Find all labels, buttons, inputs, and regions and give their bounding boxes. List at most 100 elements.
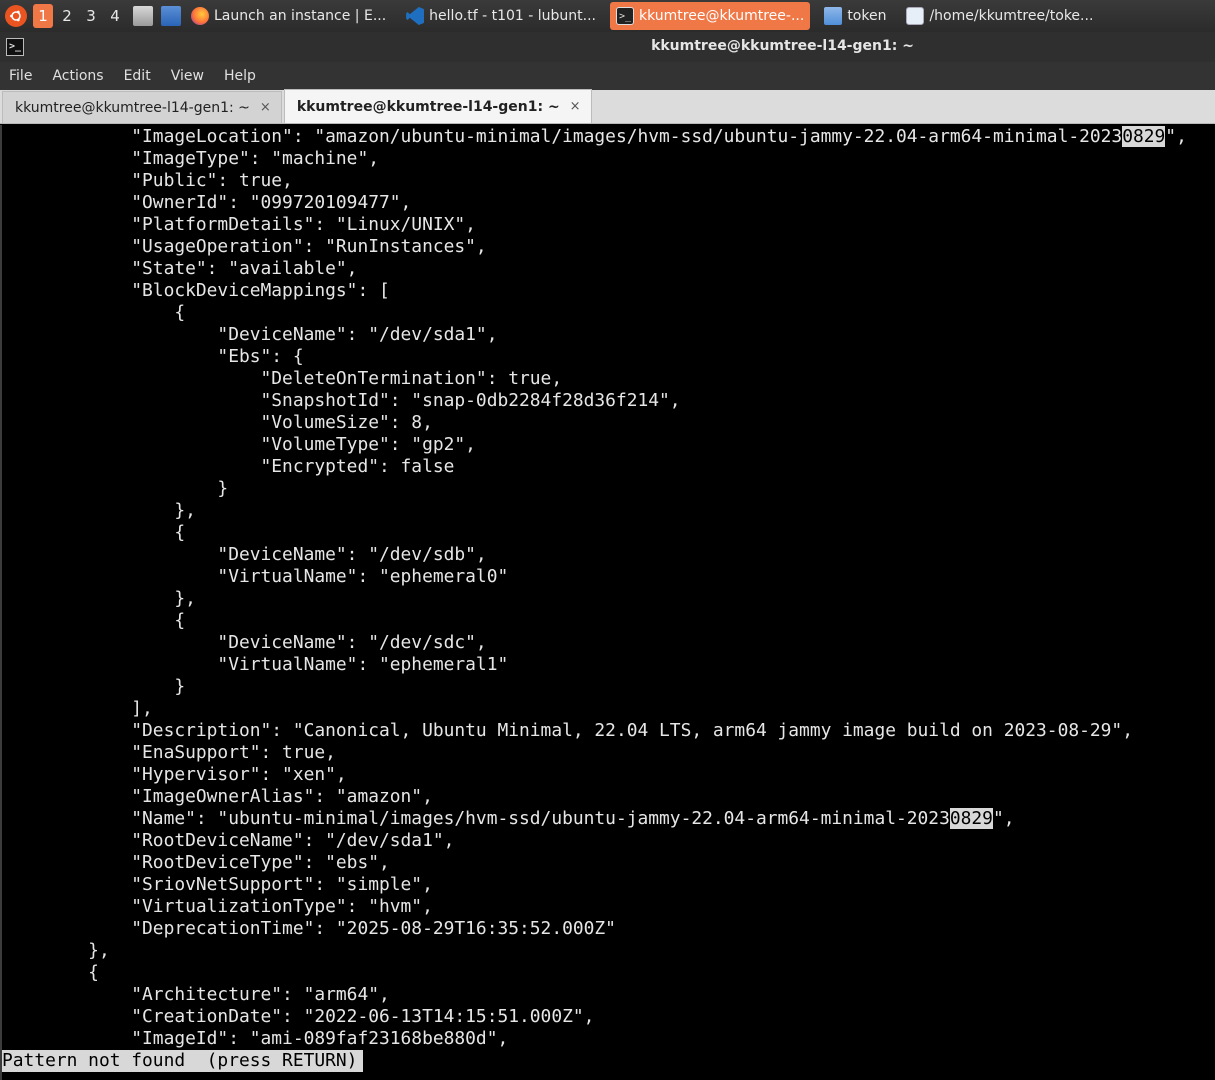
text-editor-icon	[906, 7, 925, 25]
show-desktop-icon[interactable]	[161, 6, 181, 26]
menu-file[interactable]: File	[9, 68, 32, 84]
line-text: "Public": true,	[2, 170, 293, 191]
terminal-line: "CreationDate": "2022-06-13T14:15:51.000…	[2, 1006, 594, 1028]
line-text: "VolumeSize": 8,	[2, 412, 433, 433]
workspace-4[interactable]: 4	[105, 4, 125, 28]
line-tail: ",	[992, 808, 1015, 829]
search-highlight: 0829	[1122, 126, 1166, 147]
line-text: "BlockDeviceMappings": [	[2, 280, 390, 301]
terminal-line: "VirtualName": "ephemeral1"	[2, 654, 508, 676]
terminal-line: "PlatformDetails": "Linux/UNIX",	[2, 214, 476, 236]
terminal-line: "Description": "Canonical, Ubuntu Minima…	[2, 720, 1133, 742]
line-text: "ImageLocation": "amazon/ubuntu-minimal/…	[2, 126, 1123, 147]
terminal-line: "UsageOperation": "RunInstances",	[2, 236, 486, 258]
line-text: "EnaSupport": true,	[2, 742, 336, 763]
line-text: {	[2, 610, 186, 631]
line-text: "RootDeviceName": "/dev/sda1",	[2, 830, 455, 851]
line-text: "ImageType": "machine",	[2, 148, 379, 169]
line-text: "SriovNetSupport": "simple",	[2, 874, 433, 895]
line-text: "Name": "ubuntu-minimal/images/hvm-ssd/u…	[2, 808, 950, 829]
tab-close-icon[interactable]: ×	[570, 99, 581, 114]
task-vscode[interactable]: hello.tf - t101 - lubunt...	[400, 2, 602, 30]
terminal-line: "VirtualName": "ephemeral0"	[2, 566, 508, 588]
terminal-icon: >_	[615, 7, 634, 25]
line-text: "DeviceName": "/dev/sdc",	[2, 632, 487, 653]
line-text: {	[2, 302, 186, 323]
menu-edit[interactable]: Edit	[124, 68, 151, 84]
terminal-line: "ImageId": "ami-089faf23168be880d",	[2, 1028, 508, 1050]
workspace-1[interactable]: 1	[33, 4, 53, 28]
menu-actions[interactable]: Actions	[52, 68, 103, 84]
line-text: "Hypervisor": "xen",	[2, 764, 347, 785]
line-text: "RootDeviceType": "ebs",	[2, 852, 390, 873]
task-token-folder[interactable]: token	[818, 2, 892, 30]
task-firefox[interactable]: Launch an instance | E...	[185, 2, 392, 30]
line-text: "Encrypted": false	[2, 456, 455, 477]
app-menu-button[interactable]	[5, 5, 27, 27]
workspace-2[interactable]: 2	[57, 4, 77, 28]
terminal-line: "VolumeType": "gp2",	[2, 434, 476, 456]
line-text: "Architecture": "arm64",	[2, 984, 390, 1005]
line-text: "OwnerId": "099720109477",	[2, 192, 412, 213]
terminal-line: },	[2, 940, 110, 962]
terminal-line: "State": "available",	[2, 258, 357, 280]
terminal-line: {	[2, 522, 185, 544]
terminal-line: }	[2, 676, 185, 698]
terminal-line: "RootDeviceType": "ebs",	[2, 852, 390, 874]
tab-close-icon[interactable]: ×	[260, 100, 271, 115]
terminal-line: "Architecture": "arm64",	[2, 984, 390, 1006]
terminal-line: "DeviceName": "/dev/sdb",	[2, 544, 486, 566]
terminal-line: "VolumeSize": 8,	[2, 412, 433, 434]
terminal-line: },	[2, 500, 196, 522]
line-text: "Description": "Canonical, Ubuntu Minima…	[2, 720, 1133, 741]
terminal-line: "Hypervisor": "xen",	[2, 764, 347, 786]
terminal-line: "ImageLocation": "amazon/ubuntu-minimal/…	[2, 126, 1187, 148]
terminal-line: "ImageType": "machine",	[2, 148, 379, 170]
tab-terminal-1[interactable]: kkumtree@kkumtree-l14-gen1: ~ ×	[2, 91, 282, 123]
line-text: "VirtualizationType": "hvm",	[2, 896, 433, 917]
file-manager-launcher-icon[interactable]	[133, 6, 153, 26]
terminal-line: ],	[2, 698, 153, 720]
line-text: "VolumeType": "gp2",	[2, 434, 476, 455]
terminal-line: "DeviceName": "/dev/sdc",	[2, 632, 487, 654]
terminal-line: "EnaSupport": true,	[2, 742, 336, 764]
terminal-line: "Name": "ubuntu-minimal/images/hvm-ssd/u…	[2, 808, 1015, 830]
task-label: /home/kkumtree/toke...	[929, 8, 1094, 24]
line-text: "PlatformDetails": "Linux/UNIX",	[2, 214, 476, 235]
terminal-line: {	[2, 302, 185, 324]
line-text: "VirtualName": "ephemeral1"	[2, 654, 509, 675]
window-title: kkumtree@kkumtree-l14-gen1: ~	[651, 38, 914, 54]
terminal-line: "Encrypted": false	[2, 456, 455, 478]
line-text: }	[2, 676, 186, 697]
terminal-line: "SnapshotId": "snap-0db2284f28d36f214",	[2, 390, 681, 412]
vscode-icon	[406, 7, 425, 25]
task-label: hello.tf - t101 - lubunt...	[429, 8, 596, 24]
task-terminal[interactable]: >_ kkumtree@kkumtree-...	[609, 2, 811, 30]
firefox-icon	[191, 7, 209, 25]
tab-bar: kkumtree@kkumtree-l14-gen1: ~ × kkumtree…	[0, 89, 1215, 124]
line-text: "ImageOwnerAlias": "amazon",	[2, 786, 433, 807]
terminal-line: {	[2, 610, 185, 632]
line-text: "CreationDate": "2022-06-13T14:15:51.000…	[2, 1006, 595, 1027]
menu-help[interactable]: Help	[224, 68, 256, 84]
terminal-line: {	[2, 962, 99, 984]
task-text-editor[interactable]: /home/kkumtree/toke...	[900, 2, 1099, 30]
menu-view[interactable]: View	[171, 68, 204, 84]
workspace-3[interactable]: 3	[81, 4, 101, 28]
terminal-line: }	[2, 478, 228, 500]
line-text: },	[2, 500, 196, 521]
line-text: "VirtualName": "ephemeral0"	[2, 566, 509, 587]
menu-bar: File Actions Edit View Help	[0, 62, 1215, 90]
pager-status-line: Pattern not found (press RETURN)	[2, 1050, 364, 1072]
line-text: "Ebs": {	[2, 346, 304, 367]
window-titlebar[interactable]: >_ kkumtree@kkumtree-l14-gen1: ~	[0, 32, 1215, 62]
line-text: "SnapshotId": "snap-0db2284f28d36f214",	[2, 390, 681, 411]
terminal-line: "Public": true,	[2, 170, 293, 192]
terminal-line: "SriovNetSupport": "simple",	[2, 874, 433, 896]
terminal-line: },	[2, 588, 196, 610]
terminal-output[interactable]: Pattern not found (press RETURN) "ImageL…	[0, 125, 1215, 1080]
line-text: },	[2, 588, 196, 609]
tab-terminal-2[interactable]: kkumtree@kkumtree-l14-gen1: ~ ×	[283, 89, 592, 123]
terminal-line: "Ebs": {	[2, 346, 304, 368]
line-text: "DeleteOnTermination": true,	[2, 368, 563, 389]
